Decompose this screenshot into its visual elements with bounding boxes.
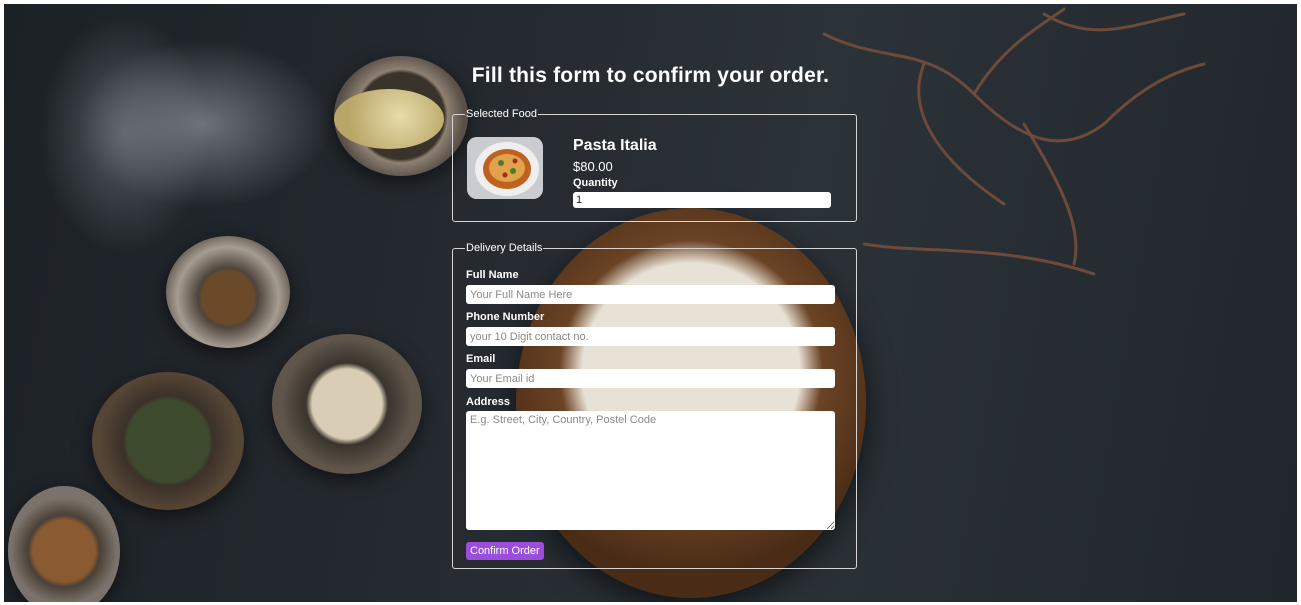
address-textarea[interactable] [466, 411, 835, 530]
bowl-image [272, 334, 422, 474]
food-thumbnail [467, 137, 543, 199]
bowl-image [8, 486, 120, 602]
phone-number-label: Phone Number [466, 311, 545, 323]
selected-food-fieldset: Selected Food Pasta Italia $80.00 Quanti… [452, 108, 857, 222]
bowl-image [166, 236, 290, 348]
quantity-label: Quantity [573, 177, 618, 189]
delivery-details-fieldset: Delivery Details Full Name Phone Number … [452, 242, 857, 569]
page-title: Fill this form to confirm your order. [471, 64, 830, 87]
food-name: Pasta Italia [573, 137, 657, 154]
address-label: Address [466, 396, 511, 408]
quantity-input[interactable] [573, 192, 831, 208]
phone-number-input[interactable] [466, 327, 835, 346]
full-name-input[interactable] [466, 285, 835, 304]
delivery-details-legend: Delivery Details [466, 242, 543, 254]
pear-image [334, 89, 444, 149]
selected-food-legend: Selected Food [466, 108, 537, 120]
confirm-order-button[interactable]: Confirm Order [466, 542, 544, 560]
branches-image [822, 7, 1206, 276]
food-price: $80.00 [573, 159, 613, 174]
email-label: Email [466, 353, 496, 365]
bowl-image [92, 372, 244, 510]
full-name-label: Full Name [466, 269, 519, 281]
email-input[interactable] [466, 369, 835, 388]
